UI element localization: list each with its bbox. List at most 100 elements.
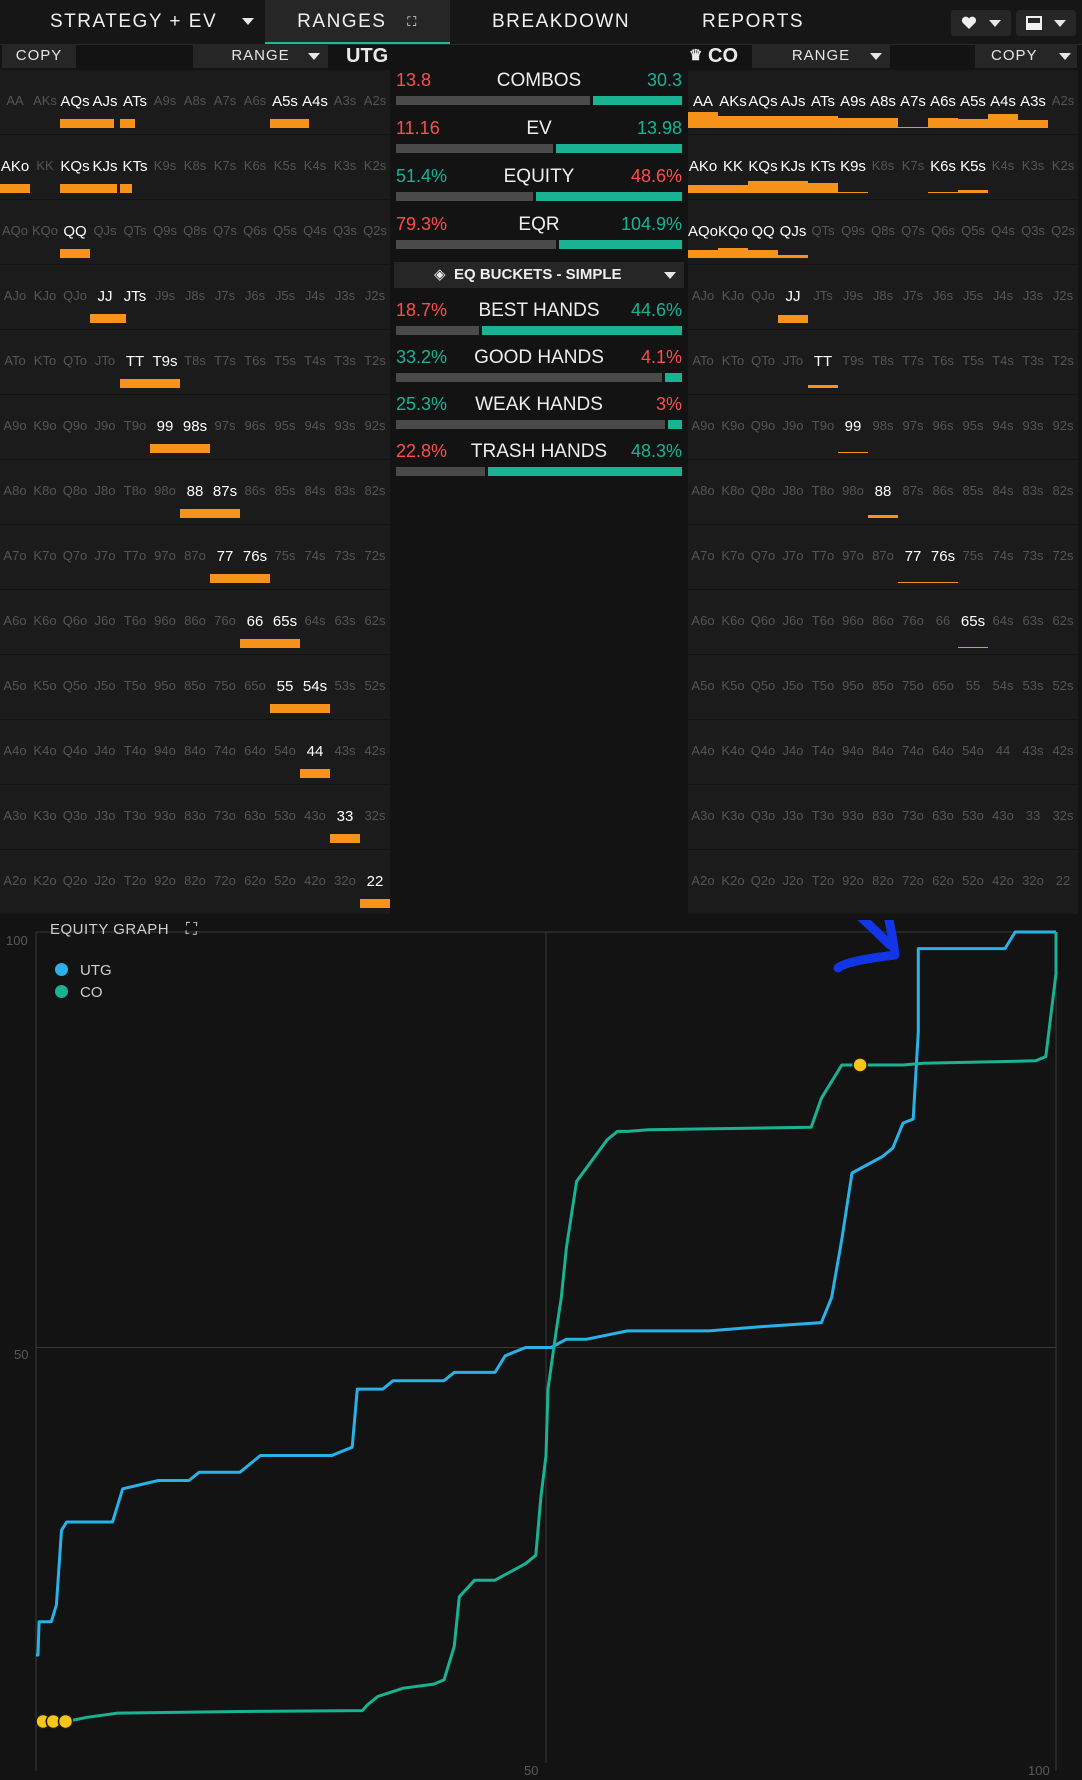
hand-cell[interactable]: 74o <box>210 720 240 784</box>
hand-cell[interactable]: 96s <box>928 395 958 459</box>
hand-cell[interactable]: T2o <box>120 850 150 914</box>
hand-cell[interactable]: 43o <box>988 785 1018 849</box>
hand-cell[interactable]: J3s <box>1018 265 1048 329</box>
hand-cell[interactable]: Q9o <box>748 395 778 459</box>
hand-cell[interactable]: Q3s <box>1018 200 1048 264</box>
hand-cell[interactable]: 55 <box>270 655 300 719</box>
hand-cell[interactable]: 87o <box>180 525 210 589</box>
hand-cell[interactable]: K6s <box>928 135 958 199</box>
hand-cell[interactable]: A8o <box>688 460 718 524</box>
tab-ranges[interactable]: RANGES ⛶ <box>265 0 450 44</box>
hand-cell[interactable]: 32o <box>330 850 360 914</box>
hand-cell[interactable]: AKo <box>688 135 718 199</box>
hand-cell[interactable]: A9o <box>688 395 718 459</box>
hand-cell[interactable]: 88 <box>868 460 898 524</box>
hand-cell[interactable]: J7o <box>778 525 808 589</box>
hand-cell[interactable]: KJs <box>90 135 120 199</box>
hand-cell[interactable]: 72s <box>1048 525 1078 589</box>
hand-cell[interactable]: 63s <box>330 590 360 654</box>
hand-cell[interactable]: A5s <box>270 70 300 134</box>
hand-cell[interactable]: ATs <box>808 70 838 134</box>
hand-cell[interactable]: 87s <box>898 460 928 524</box>
hand-cell[interactable]: 86o <box>868 590 898 654</box>
hand-cell[interactable]: KJs <box>778 135 808 199</box>
hand-cell[interactable]: J4o <box>90 720 120 784</box>
hand-cell[interactable]: 44 <box>988 720 1018 784</box>
hand-cell[interactable]: AQo <box>0 200 30 264</box>
hand-cell[interactable]: 22 <box>360 850 390 914</box>
hand-cell[interactable]: A6o <box>688 590 718 654</box>
hand-cell[interactable]: 88 <box>180 460 210 524</box>
hand-cell[interactable]: 93s <box>1018 395 1048 459</box>
hand-cell[interactable]: A7s <box>898 70 928 134</box>
hand-cell[interactable]: T8o <box>808 460 838 524</box>
hand-cell[interactable]: J3o <box>778 785 808 849</box>
hand-cell[interactable]: 73s <box>330 525 360 589</box>
hand-cell[interactable]: Q5o <box>60 655 90 719</box>
hand-cell[interactable]: A9s <box>838 70 868 134</box>
hand-cell[interactable]: A7o <box>688 525 718 589</box>
hand-cell[interactable]: A3o <box>688 785 718 849</box>
hand-cell[interactable]: J5s <box>270 265 300 329</box>
hand-cell[interactable]: 66 <box>240 590 270 654</box>
hand-cell[interactable]: AKs <box>30 70 60 134</box>
hand-cell[interactable]: 97s <box>210 395 240 459</box>
hand-cell[interactable]: T7o <box>808 525 838 589</box>
hand-cell[interactable]: A4s <box>300 70 330 134</box>
hand-cell[interactable]: KK <box>718 135 748 199</box>
hand-cell[interactable]: 53o <box>270 785 300 849</box>
hand-cell[interactable]: 53o <box>958 785 988 849</box>
hand-cell[interactable]: K5s <box>270 135 300 199</box>
hand-cell[interactable]: 42o <box>988 850 1018 914</box>
hand-cell[interactable]: QJo <box>60 265 90 329</box>
hand-cell[interactable]: JJ <box>778 265 808 329</box>
hand-cell[interactable]: 76o <box>210 590 240 654</box>
range-select-right[interactable]: RANGE <box>752 44 890 68</box>
hand-cell[interactable]: 64s <box>300 590 330 654</box>
hand-cell[interactable]: 76o <box>898 590 928 654</box>
hand-cell[interactable]: AKs <box>718 70 748 134</box>
hand-cell[interactable]: 76s <box>240 525 270 589</box>
hand-cell[interactable]: J6s <box>928 265 958 329</box>
hand-cell[interactable]: 73o <box>898 785 928 849</box>
hand-cell[interactable]: Q8s <box>180 200 210 264</box>
hand-cell[interactable]: 65o <box>240 655 270 719</box>
hand-cell[interactable]: AQs <box>60 70 90 134</box>
hand-cell[interactable]: 33 <box>1018 785 1048 849</box>
hand-cell[interactable]: T2s <box>360 330 390 394</box>
expand-icon[interactable]: ⛶ <box>407 0 418 44</box>
hand-cell[interactable]: T7s <box>898 330 928 394</box>
hand-cell[interactable]: T4s <box>300 330 330 394</box>
hand-cell[interactable]: J6o <box>778 590 808 654</box>
hand-cell[interactable]: K9o <box>718 395 748 459</box>
hand-cell[interactable]: Q7s <box>210 200 240 264</box>
hand-cell[interactable]: 95o <box>838 655 868 719</box>
hand-cell[interactable]: ATs <box>120 70 150 134</box>
hand-cell[interactable]: A5o <box>688 655 718 719</box>
hand-cell[interactable]: J9o <box>778 395 808 459</box>
hand-cell[interactable]: J2s <box>360 265 390 329</box>
hand-cell[interactable]: 64o <box>240 720 270 784</box>
hand-cell[interactable]: 85o <box>868 655 898 719</box>
hand-cell[interactable]: A7s <box>210 70 240 134</box>
hand-cell[interactable]: ATo <box>688 330 718 394</box>
hand-cell[interactable]: 44 <box>300 720 330 784</box>
hand-cell[interactable]: T5s <box>958 330 988 394</box>
hand-cell[interactable]: 85o <box>180 655 210 719</box>
copy-button-right[interactable]: COPY <box>975 44 1077 68</box>
hand-cell[interactable]: T9s <box>150 330 180 394</box>
hand-cell[interactable]: T7s <box>210 330 240 394</box>
hand-cell[interactable]: T4o <box>808 720 838 784</box>
hand-cell[interactable]: JTo <box>90 330 120 394</box>
hand-cell[interactable]: K6s <box>240 135 270 199</box>
hand-cell[interactable]: 98s <box>180 395 210 459</box>
hand-cell[interactable]: 83o <box>868 785 898 849</box>
hand-cell[interactable]: 93o <box>150 785 180 849</box>
hand-cell[interactable]: Q3s <box>330 200 360 264</box>
hand-cell[interactable]: QJs <box>778 200 808 264</box>
hand-cell[interactable]: Q6s <box>928 200 958 264</box>
hand-cell[interactable]: A2o <box>0 850 30 914</box>
hand-cell[interactable]: 82o <box>868 850 898 914</box>
hand-cell[interactable]: Q8o <box>60 460 90 524</box>
hand-cell[interactable]: 98o <box>150 460 180 524</box>
